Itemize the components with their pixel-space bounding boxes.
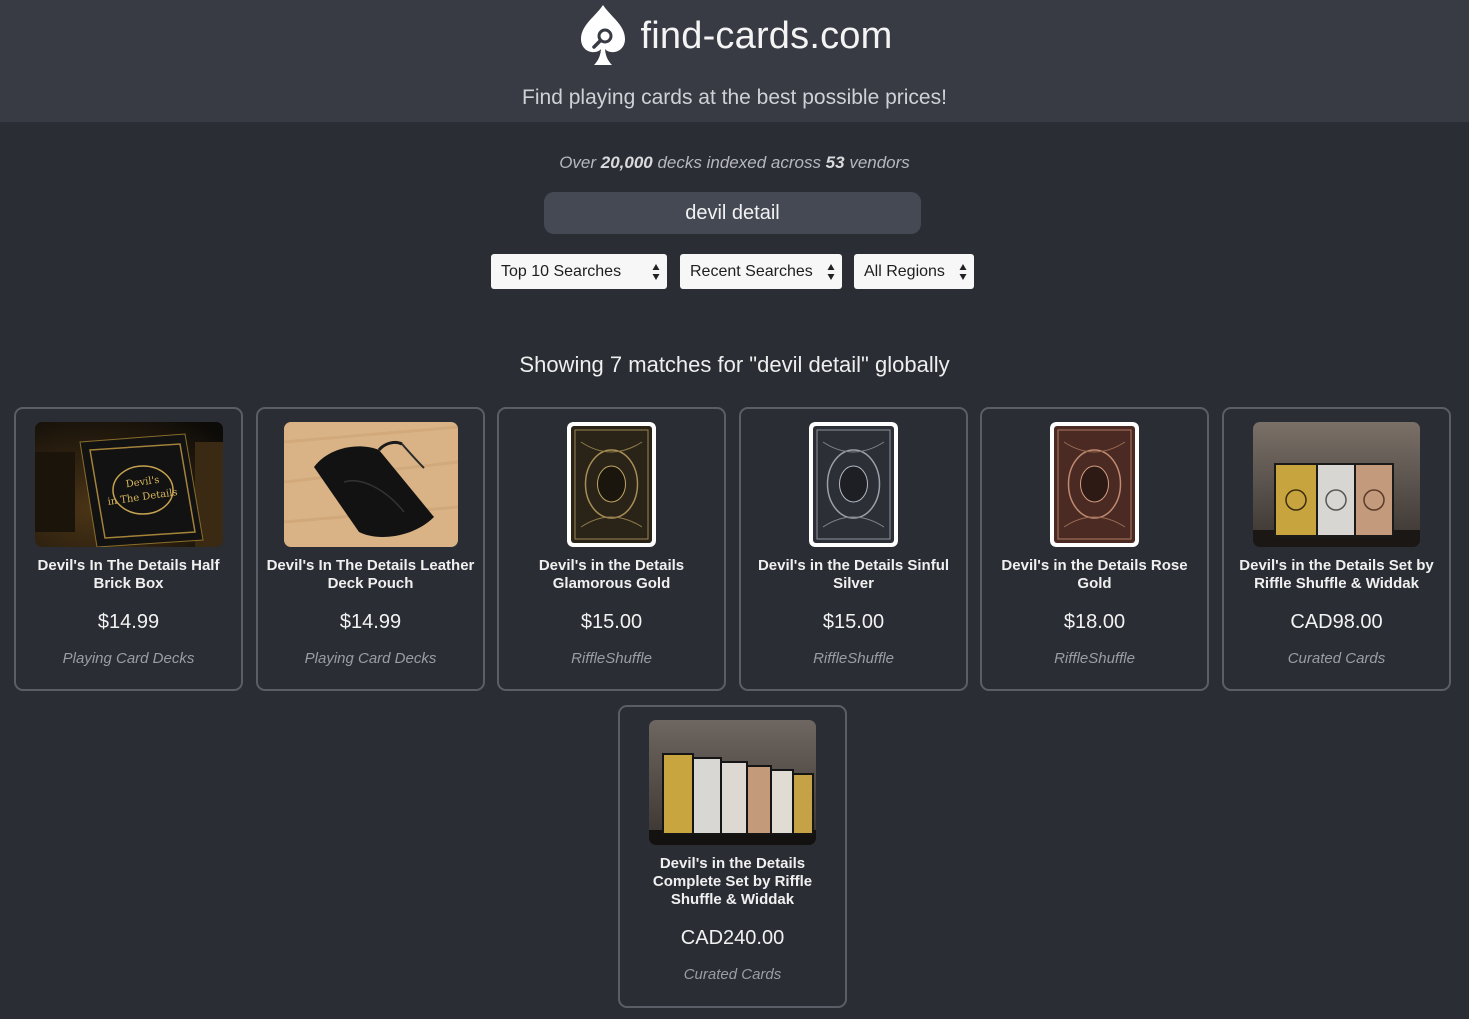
site-header: find-cards.com Find playing cards at the… <box>0 0 1469 122</box>
recent-searches-select[interactable]: Recent Searches <box>680 254 842 289</box>
product-card[interactable]: Devil's in the Details Rose Gold $18.00 … <box>980 407 1209 691</box>
select-arrows-icon <box>827 264 835 280</box>
vendor-count: 53 <box>825 153 845 172</box>
top-searches-label: Top 10 Searches <box>501 262 622 280</box>
tagline: Find playing cards at the best possible … <box>522 86 947 109</box>
spade-magnifier-logo-icon <box>580 5 625 65</box>
product-card[interactable]: Devil's in The Details Devil's In The De… <box>14 407 243 691</box>
rose-gold-card-back-image <box>1050 422 1139 547</box>
gold-card-back-image <box>567 422 656 547</box>
select-arrows-icon <box>652 264 660 280</box>
leather-pouch-image <box>283 422 458 547</box>
product-card[interactable]: Devil's in the Details Sinful Silver $15… <box>739 407 968 691</box>
deck-set-image <box>1253 422 1420 547</box>
stats-prefix: Over <box>559 153 601 172</box>
black-gold-box-image: Devil's in The Details <box>34 422 223 547</box>
product-price: CAD98.00 <box>1290 611 1383 633</box>
product-name[interactable]: Devil's In The Details Leather Deck Pouc… <box>264 557 477 593</box>
product-image[interactable] <box>283 422 458 547</box>
product-card[interactable]: Devil's in the Details Glamorous Gold $1… <box>497 407 726 691</box>
product-image[interactable] <box>1253 422 1420 547</box>
product-vendor: Curated Cards <box>1287 650 1386 667</box>
site-name: find-cards.com <box>640 14 893 57</box>
top-searches-select[interactable]: Top 10 Searches <box>491 254 667 289</box>
product-name[interactable]: Devil's in the Details Set by Riffle Shu… <box>1230 557 1443 593</box>
product-vendor: Playing Card Decks <box>62 650 195 667</box>
silver-card-back-image <box>809 422 898 547</box>
region-label: All Regions <box>864 262 945 280</box>
region-select[interactable]: All Regions <box>854 254 974 289</box>
product-card[interactable]: Devil's in the Details Set by Riffle Shu… <box>1222 407 1451 691</box>
product-vendor: RiffleShuffle <box>813 650 894 667</box>
product-name[interactable]: Devil's in the Details Rose Gold <box>988 557 1201 593</box>
brand[interactable]: find-cards.com <box>0 0 1469 72</box>
product-vendor: Curated Cards <box>683 966 782 983</box>
product-card[interactable]: Devil's In The Details Leather Deck Pouc… <box>256 407 485 691</box>
product-price: $15.00 <box>580 611 643 633</box>
recent-searches-label: Recent Searches <box>690 262 813 280</box>
product-price: CAD240.00 <box>680 927 785 949</box>
product-name[interactable]: Devil's in the Details Complete Set by R… <box>626 855 839 909</box>
product-name[interactable]: Devil's In The Details Half Brick Box <box>22 557 235 593</box>
product-price: $14.99 <box>97 611 160 633</box>
product-image[interactable] <box>809 422 898 547</box>
product-vendor: RiffleShuffle <box>571 650 652 667</box>
product-price: $15.00 <box>822 611 885 633</box>
filter-bar: Top 10 Searches Recent Searches All Regi… <box>0 254 1469 289</box>
search-input[interactable] <box>544 192 921 234</box>
product-vendor: Playing Card Decks <box>304 650 437 667</box>
stats-suffix: vendors <box>844 153 910 172</box>
product-price: $18.00 <box>1063 611 1126 633</box>
product-image[interactable] <box>1050 422 1139 547</box>
product-name[interactable]: Devil's in the Details Sinful Silver <box>747 557 960 593</box>
product-price: $14.99 <box>339 611 402 633</box>
product-image[interactable] <box>567 422 656 547</box>
complete-set-image <box>649 720 816 845</box>
product-image[interactable] <box>649 720 816 845</box>
index-stats: Over 20,000 decks indexed across 53 vend… <box>0 153 1469 173</box>
product-vendor: RiffleShuffle <box>1054 650 1135 667</box>
product-image[interactable]: Devil's in The Details <box>34 422 223 547</box>
results-title: Showing 7 matches for "devil detail" glo… <box>519 352 950 377</box>
product-card[interactable]: Devil's in the Details Complete Set by R… <box>618 705 847 1008</box>
product-name[interactable]: Devil's in the Details Glamorous Gold <box>505 557 718 593</box>
stats-middle: decks indexed across <box>652 153 826 172</box>
deck-count: 20,000 <box>600 153 653 172</box>
select-arrows-icon <box>959 264 967 280</box>
